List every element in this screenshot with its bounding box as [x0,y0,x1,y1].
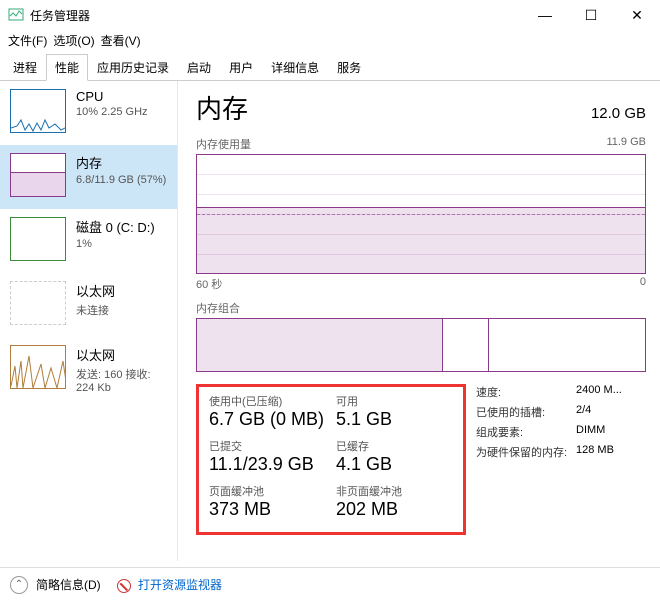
resource-monitor-icon [117,579,131,593]
paged-label: 页面缓冲池 [209,483,326,499]
tab-details[interactable]: 详细信息 [262,54,328,81]
maximize-button[interactable]: ☐ [568,0,614,30]
menu-options[interactable]: 选项(O) [53,32,94,49]
eth2-thumb [10,345,66,389]
nonpaged-label: 非页面缓冲池 [336,483,453,499]
cached-label: 已缓存 [336,438,453,454]
inuse-label: 使用中(已压缩) [209,393,326,409]
brief-info-link[interactable]: 简略信息(D) [36,576,101,593]
sidebar-item-memory[interactable]: 内存 6.8/11.9 GB (57%) [0,145,177,209]
cached-value: 4.1 GB [336,454,453,475]
memory-sub: 6.8/11.9 GB (57%) [76,174,166,186]
memory-title: 内存 [76,153,166,172]
collapse-icon[interactable]: ⌃ [10,576,28,594]
eth1-sub: 未连接 [76,302,115,318]
window-title: 任务管理器 [30,7,90,24]
eth2-title: 以太网 [76,345,169,364]
speed-key: 速度: [476,384,576,400]
eth1-thumb [10,281,66,325]
detail-total: 12.0 GB [591,105,646,122]
tab-users[interactable]: 用户 [220,54,262,81]
form-val: DIMM [576,424,646,440]
memory-composition-chart [196,318,646,372]
menu-view[interactable]: 查看(V) [101,32,141,49]
tab-services[interactable]: 服务 [328,54,370,81]
tab-startup[interactable]: 启动 [178,54,220,81]
footer: ⌃ 简略信息(D) 打开资源监视器 [0,567,660,601]
menu-file[interactable]: 文件(F) [8,32,47,49]
reserved-key: 为硬件保留的内存: [476,444,576,460]
titlebar: 任务管理器 — ☐ ✕ [0,0,660,30]
xaxis-right: 0 [640,276,646,292]
slots-key: 已使用的插槽: [476,404,576,420]
avail-label: 可用 [336,393,453,409]
commit-label: 已提交 [209,438,326,454]
usage-label: 内存使用量 [196,136,251,152]
main-area: CPU 10% 2.25 GHz 内存 6.8/11.9 GB (57%) 磁盘… [0,81,660,561]
minimize-button[interactable]: — [522,0,568,30]
speed-val: 2400 M... [576,384,646,400]
usage-max: 11.9 GB [606,136,646,152]
slots-val: 2/4 [576,404,646,420]
tab-performance[interactable]: 性能 [46,54,88,81]
xaxis-left: 60 秒 [196,276,222,292]
commit-value: 11.1/23.9 GB [209,454,326,475]
composition-label: 内存组合 [196,300,646,316]
disk-title: 磁盘 0 (C: D:) [76,217,155,236]
sidebar-item-cpu[interactable]: CPU 10% 2.25 GHz [0,81,177,145]
open-resource-monitor-link[interactable]: 打开资源监视器 [138,578,222,592]
eth1-title: 以太网 [76,281,115,300]
eth2-sub: 发送: 160 接收: 224 Kb [76,366,169,394]
cpu-title: CPU [76,89,148,104]
close-button[interactable]: ✕ [614,0,660,30]
memory-usage-chart [196,154,646,274]
memory-info-list: 速度: 2400 M... 已使用的插槽: 2/4 组成要素: DIMM 为硬件… [476,384,646,535]
inuse-value: 6.7 GB (0 MB) [209,409,326,430]
memory-stats-box: 使用中(已压缩) 6.7 GB (0 MB) 可用 5.1 GB 已提交 11.… [196,384,466,535]
nonpaged-value: 202 MB [336,499,453,520]
disk-thumb [10,217,66,261]
avail-value: 5.1 GB [336,409,453,430]
sidebar-item-eth1[interactable]: 以太网 未连接 [0,273,177,337]
menubar: 文件(F) 选项(O) 查看(V) [0,30,660,53]
cpu-thumb [10,89,66,133]
taskmgr-icon [8,7,24,23]
form-key: 组成要素: [476,424,576,440]
paged-value: 373 MB [209,499,326,520]
cpu-sub: 10% 2.25 GHz [76,106,148,118]
sidebar-item-eth2[interactable]: 以太网 发送: 160 接收: 224 Kb [0,337,177,401]
disk-sub: 1% [76,238,155,250]
tabstrip: 进程 性能 应用历史记录 启动 用户 详细信息 服务 [0,53,660,81]
reserved-val: 128 MB [576,444,646,460]
memory-thumb [10,153,66,197]
detail-title: 内存 [196,89,248,126]
sidebar-item-disk[interactable]: 磁盘 0 (C: D:) 1% [0,209,177,273]
tab-processes[interactable]: 进程 [4,54,46,81]
perf-sidebar: CPU 10% 2.25 GHz 内存 6.8/11.9 GB (57%) 磁盘… [0,81,178,561]
memory-detail-panel: 内存 12.0 GB 内存使用量 11.9 GB 60 秒 0 内存组合 使用中… [178,81,660,561]
tab-history[interactable]: 应用历史记录 [88,54,178,81]
